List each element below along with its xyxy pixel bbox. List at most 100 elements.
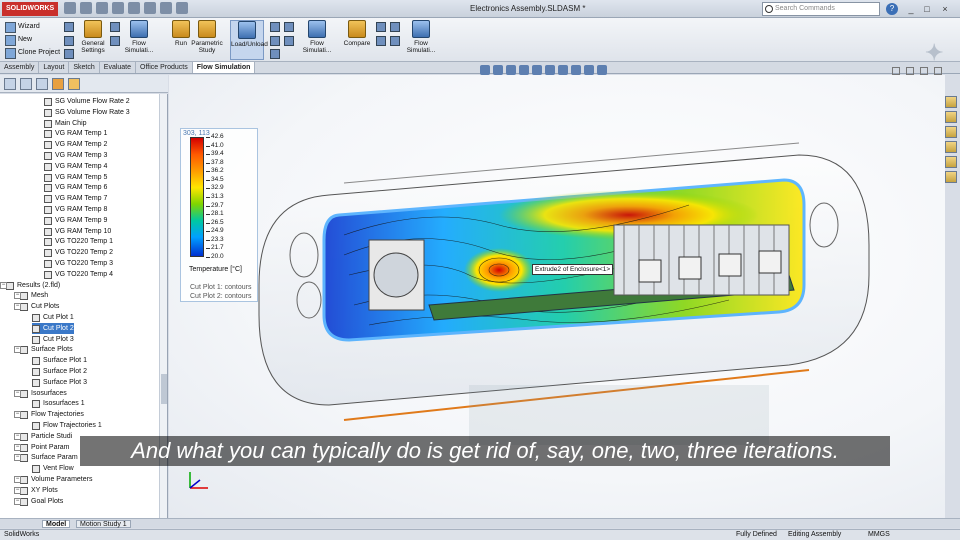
export-icon[interactable] [376, 36, 386, 46]
options-icon[interactable] [176, 2, 188, 14]
solidworks-resources-icon[interactable] [945, 96, 957, 108]
tree-item[interactable]: Mesh [20, 290, 48, 301]
minimize-button[interactable]: _ [904, 2, 918, 16]
flow-simulation-tools-button[interactable]: Flow Simulati... [404, 20, 438, 60]
tree-item[interactable]: VG RAM Temp 7 [44, 193, 107, 204]
tree-item[interactable]: VG TO220 Temp 1 [44, 236, 113, 247]
tree-expander[interactable]: − [14, 411, 21, 419]
computational-domain-icon[interactable] [64, 36, 74, 46]
design-library-icon[interactable] [945, 111, 957, 123]
tree-item[interactable]: Cut Plot 1 [32, 312, 74, 323]
tree-item[interactable]: Volume Parameters [20, 474, 92, 485]
tree-item[interactable]: VG RAM Temp 5 [44, 172, 107, 183]
tree-item[interactable]: Point Param [20, 442, 70, 453]
tree-expander[interactable]: − [14, 292, 21, 300]
isosurface-icon[interactable] [270, 49, 280, 59]
tree-expander[interactable]: − [14, 389, 21, 397]
tree-item[interactable]: VG RAM Temp 1 [44, 128, 107, 139]
view-settings-icon[interactable] [597, 65, 607, 75]
viewport-maximize-icon[interactable] [920, 67, 928, 75]
tree-item[interactable]: VG RAM Temp 10 [44, 226, 111, 237]
tree-item[interactable]: Main Chip [44, 118, 87, 129]
compare-button[interactable]: Compare [340, 20, 374, 60]
tree-item[interactable]: Vent Flow [32, 463, 74, 474]
report-icon[interactable] [376, 22, 386, 32]
tree-expander[interactable]: − [14, 454, 21, 462]
tree-item[interactable]: Cut Plot 3 [32, 334, 74, 345]
help-icon[interactable]: ? [886, 3, 898, 15]
view-orientation-icon[interactable] [532, 65, 542, 75]
hide-show-icon[interactable] [558, 65, 568, 75]
property-manager-icon[interactable] [20, 78, 32, 90]
tree-expander[interactable]: − [14, 486, 21, 494]
tree-expander[interactable]: − [14, 303, 21, 311]
tree-item[interactable]: Surface Plots [20, 344, 73, 355]
tree-expander[interactable]: − [14, 346, 21, 354]
flow-simulation-features-button[interactable]: Flow Simulati... [122, 20, 156, 60]
animation-icon[interactable] [390, 36, 400, 46]
save-icon[interactable] [96, 2, 108, 14]
tab-evaluate[interactable]: Evaluate [100, 62, 137, 73]
to220-package-2[interactable] [678, 256, 702, 280]
tab-assembly[interactable]: Assembly [0, 62, 40, 73]
flow-analysis-tree-icon[interactable] [68, 78, 80, 90]
tab-motion-study-1[interactable]: Motion Study 1 [76, 520, 131, 528]
zoom-fit-icon[interactable] [480, 65, 490, 75]
undo-icon[interactable] [128, 2, 140, 14]
previous-view-icon[interactable] [506, 65, 516, 75]
file-explorer-icon[interactable] [945, 126, 957, 138]
to220-package-4[interactable] [758, 250, 782, 274]
zoom-area-icon[interactable] [493, 65, 503, 75]
tree-expander[interactable]: − [14, 443, 21, 451]
tree-item[interactable]: Surface Plot 1 [32, 355, 87, 366]
project-icon[interactable] [64, 22, 74, 32]
tab-sketch[interactable]: Sketch [69, 62, 100, 73]
tree-expander[interactable]: − [0, 281, 7, 289]
wizard-button[interactable]: Wizard [4, 20, 60, 33]
appearances-icon[interactable] [945, 156, 957, 168]
tree-item[interactable]: VG RAM Temp 2 [44, 139, 107, 150]
tree-scroll-thumb[interactable] [161, 374, 167, 404]
select-icon[interactable] [144, 2, 156, 14]
tree-item[interactable]: Results (2.fld) [6, 280, 60, 291]
tree-item[interactable]: SG Volume Flow Rate 3 [44, 107, 130, 118]
tree-item[interactable]: SG Volume Flow Rate 2 [44, 96, 130, 107]
tree-item[interactable]: Flow Trajectories 1 [32, 420, 102, 431]
new-icon[interactable] [64, 2, 76, 14]
tree-item[interactable]: Isosurfaces [20, 388, 67, 399]
viewport-restore-icon[interactable] [906, 67, 914, 75]
general-settings-button[interactable]: General Settings [76, 20, 110, 60]
flow-trajectory-icon[interactable] [284, 22, 294, 32]
surface-plot-icon[interactable] [270, 36, 280, 46]
tab-model[interactable]: Model [42, 520, 71, 528]
tree-expander[interactable]: − [14, 476, 21, 483]
tree-item[interactable]: VG RAM Temp 9 [44, 215, 107, 226]
custom-properties-icon[interactable] [945, 171, 957, 183]
scene-icon[interactable] [584, 65, 594, 75]
tree-item[interactable]: VG TO220 Temp 4 [44, 269, 113, 280]
close-button[interactable]: × [938, 2, 952, 16]
tree-item[interactable]: VG RAM Temp 4 [44, 161, 107, 172]
solidworks-logo[interactable]: SOLIDWORKS [2, 2, 58, 16]
viewport-close-icon[interactable] [934, 67, 942, 75]
tree-item[interactable]: Cut Plots [20, 301, 59, 312]
tree-item[interactable]: Surface Param [20, 452, 78, 463]
lamp-icon[interactable] [390, 22, 400, 32]
tree-item[interactable]: VG RAM Temp 6 [44, 182, 107, 193]
tree-item[interactable]: XY Plots [20, 485, 58, 496]
tree-expander[interactable]: − [14, 497, 21, 505]
parametric-study-button[interactable]: Parametric Study [190, 20, 224, 60]
tab-flow-simulation[interactable]: Flow Simulation [192, 62, 256, 73]
view-palette-icon[interactable] [945, 141, 957, 153]
tree-item[interactable]: Goal Plots [20, 496, 63, 507]
tree-item[interactable]: Surface Plot 2 [32, 366, 87, 377]
tree-item[interactable]: VG RAM Temp 3 [44, 150, 107, 161]
boundary-condition-icon[interactable] [110, 22, 120, 32]
display-style-icon[interactable] [545, 65, 555, 75]
tree-item[interactable]: VG RAM Temp 8 [44, 204, 107, 215]
tree-item[interactable]: Flow Trajectories [20, 409, 84, 420]
flow-simulation-results-button[interactable]: Flow Simulati... [300, 20, 334, 60]
tab-layout[interactable]: Layout [39, 62, 70, 73]
tree-item[interactable]: Cut Plot 2 [32, 322, 74, 334]
tab-office-products[interactable]: Office Products [136, 62, 193, 73]
